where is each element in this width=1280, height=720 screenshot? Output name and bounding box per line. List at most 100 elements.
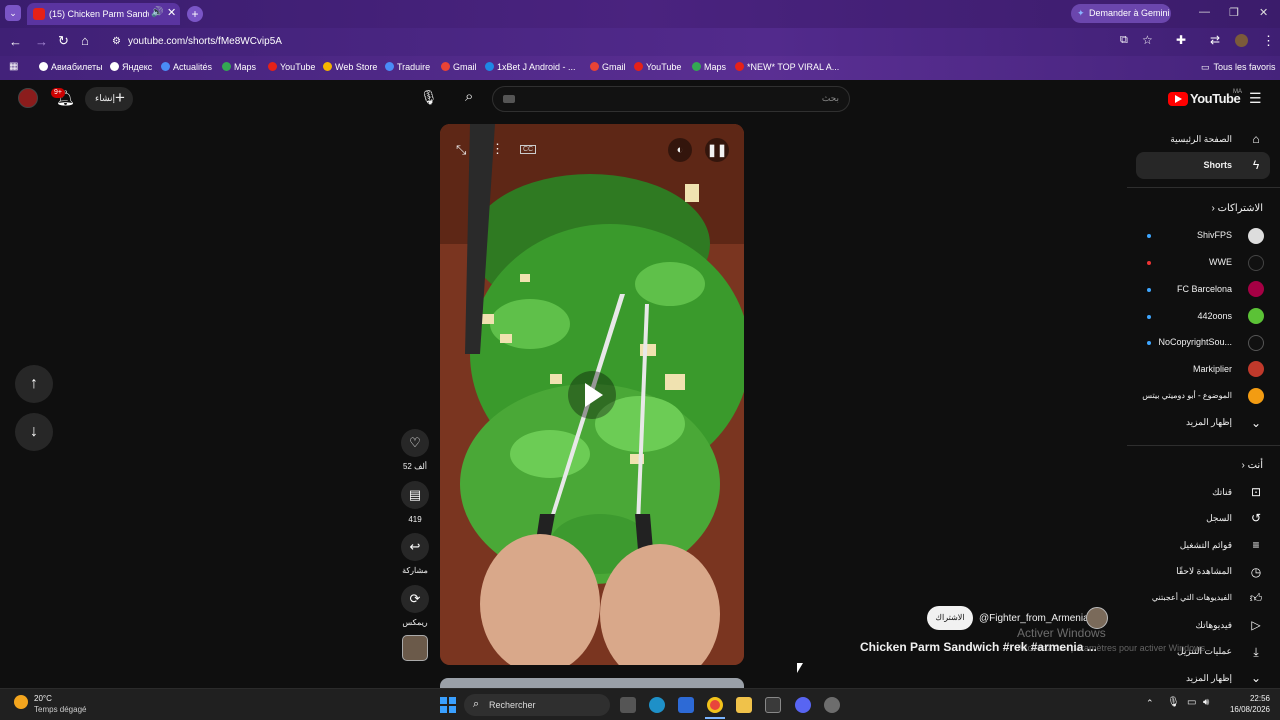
extensions-icon[interactable]: ✚ xyxy=(1176,33,1186,47)
close-window-icon[interactable]: ✕ xyxy=(1259,6,1268,19)
channel-handle[interactable]: @Fighter_from_Armenia xyxy=(979,613,1089,624)
sidebar-channel-2[interactable]: FC Barcelona xyxy=(1177,284,1232,294)
more-menu-icon[interactable]: ⋮ xyxy=(1262,33,1275,49)
file-explorer-icon[interactable] xyxy=(736,697,752,713)
voice-search-mic-icon[interactable]: 🎙︎ xyxy=(420,89,438,106)
sidebar-you-5[interactable]: فيديوهاتك xyxy=(1196,620,1232,631)
create-button[interactable]: إنشاء + xyxy=(85,87,133,111)
previous-short-button[interactable]: ↑ xyxy=(15,365,53,403)
subscribe-button[interactable]: الاشتراك xyxy=(927,606,973,630)
sidebar-channel-5[interactable]: Markiplier xyxy=(1193,364,1232,374)
apps-grid-icon[interactable]: ▦ xyxy=(9,61,18,72)
tray-chevron-up-icon[interactable]: ⌃ xyxy=(1146,698,1154,709)
sound-thumbnail[interactable] xyxy=(402,635,428,661)
sidebar-you-3[interactable]: المشاهدة لاحقًا xyxy=(1176,566,1232,577)
sidebar-you-header[interactable]: › أنت xyxy=(1241,460,1263,471)
tab-close-button[interactable]: ✕ xyxy=(167,6,176,19)
tab-search-button[interactable]: ⌄ xyxy=(5,5,21,21)
bookmark-8[interactable]: 1xBet J Android - ... xyxy=(485,62,576,72)
bookmark-9[interactable]: Gmail xyxy=(590,62,626,72)
search-button-icon[interactable]: ⌕ xyxy=(465,88,473,105)
home-icon[interactable]: ⌂ xyxy=(81,33,89,48)
comments-button[interactable]: ▤ xyxy=(401,481,429,509)
sidebar-subscriptions-header[interactable]: › الاشتراكات xyxy=(1211,203,1263,214)
sidebar-shorts[interactable]: Shorts xyxy=(1203,160,1232,170)
tab-chicken-parm[interactable]: (15) Chicken Parm Sandwich 🔊 ✕ xyxy=(27,3,180,25)
bookmark-6[interactable]: Traduire xyxy=(385,62,430,72)
play-overlay-icon[interactable] xyxy=(568,371,616,419)
pause-icon[interactable]: ❚❚ xyxy=(705,138,729,162)
maximize-icon[interactable]: ❐ xyxy=(1229,6,1239,19)
network-icon[interactable]: ▭ xyxy=(1187,697,1196,708)
bookmark-7[interactable]: Gmail xyxy=(441,62,477,72)
clock-date[interactable]: 16/08/2026 xyxy=(1220,705,1270,714)
bookmark-2[interactable]: Actualités xyxy=(161,62,212,72)
profile-avatar[interactable] xyxy=(1235,34,1248,47)
captions-icon[interactable]: CC xyxy=(520,145,537,154)
minimize-icon[interactable]: — xyxy=(1199,6,1210,18)
new-tab-button[interactable]: + xyxy=(187,6,203,22)
bookmark-5[interactable]: Web Store xyxy=(323,62,377,72)
temperature[interactable]: 20°C xyxy=(34,694,52,703)
audio-playing-icon[interactable]: 🔊 xyxy=(151,7,163,18)
install-app-icon[interactable]: ⧉ xyxy=(1120,34,1128,47)
more-options-icon[interactable]: ⋮ xyxy=(491,141,504,157)
sidebar-you-1[interactable]: السجل xyxy=(1206,513,1232,524)
sidebar-channel-3[interactable]: 442oons xyxy=(1197,311,1232,321)
bookmark-star-icon[interactable]: ☆ xyxy=(1142,33,1153,47)
weather-text[interactable]: Temps dégagé xyxy=(34,705,86,714)
bookmark-1[interactable]: Яндекс xyxy=(110,62,152,72)
sidebar-you-0[interactable]: قناتك xyxy=(1212,487,1232,498)
site-info-icon[interactable]: ⚙ xyxy=(112,32,121,52)
sidebar-you-4[interactable]: الفيديوهات التي أعجبتني xyxy=(1152,593,1232,602)
keyboard-icon[interactable] xyxy=(503,95,515,103)
new-content-dot xyxy=(1147,234,1151,238)
sidebar-channel-1[interactable]: WWE xyxy=(1209,257,1232,267)
all-bookmarks[interactable]: ▭ Tous les favoris xyxy=(1201,62,1276,73)
next-short-preview[interactable] xyxy=(440,678,744,688)
search-input[interactable]: بحث xyxy=(492,86,850,112)
translate-icon[interactable]: ⇄ xyxy=(1210,33,1220,47)
sidebar-channel-4[interactable]: NoCopyrightSou... xyxy=(1158,337,1232,347)
next-short-button[interactable]: ↓ xyxy=(15,413,53,451)
bookmark-12[interactable]: *NEW* TOP VIRAL A... xyxy=(735,62,839,72)
microsoft-store-icon[interactable] xyxy=(765,697,781,713)
bookmark-10[interactable]: YouTube xyxy=(634,62,681,72)
chrome-icon[interactable] xyxy=(707,697,723,713)
share-button[interactable]: ↩ xyxy=(401,533,429,561)
gemini-button[interactable]: ✦ Demander à Gemini xyxy=(1071,4,1171,23)
remix-button[interactable]: ⟳ xyxy=(401,585,429,613)
youtube-logo-icon[interactable] xyxy=(1168,92,1188,106)
edge-browser-icon[interactable] xyxy=(649,697,665,713)
sidebar-channel-6[interactable]: الموضوع - أبو دوميتي بيتس xyxy=(1142,391,1232,400)
bookmark-4[interactable]: YouTube xyxy=(268,62,315,72)
bookmark-0[interactable]: Авиабилеты xyxy=(39,62,103,72)
hamburger-menu-icon[interactable]: ☰ xyxy=(1249,90,1262,107)
translate-icon xyxy=(385,62,394,71)
fullscreen-icon[interactable]: ⤡ xyxy=(456,142,466,158)
outlook-icon[interactable] xyxy=(678,697,694,713)
forward-arrow-icon[interactable]: → xyxy=(35,34,48,49)
reload-icon[interactable]: ↻ xyxy=(58,33,69,49)
discord-icon[interactable] xyxy=(795,697,811,713)
app-icon[interactable] xyxy=(824,697,840,713)
bookmark-11[interactable]: Maps xyxy=(692,62,726,72)
clock-time[interactable]: 22:56 xyxy=(1220,694,1270,703)
volume-icon[interactable]: ◐ xyxy=(668,138,692,162)
windows-start-icon[interactable] xyxy=(440,697,456,713)
sidebar-you-2[interactable]: قوائم التشغيل xyxy=(1180,540,1232,551)
sidebar-show-more-subs[interactable]: إظهار المزيد xyxy=(1186,417,1232,428)
back-arrow-icon[interactable]: ← xyxy=(9,34,22,49)
sidebar-show-more-you[interactable]: إظهار المزيد xyxy=(1186,673,1232,684)
short-video-player[interactable]: ⤡ ⋮ CC ◐ ❚❚ xyxy=(440,124,744,665)
volume-speaker-icon[interactable]: 🔊︎ xyxy=(1203,697,1209,708)
microphone-icon[interactable]: 🎙︎ xyxy=(1167,697,1180,708)
sidebar-home[interactable]: الصفحة الرئيسية xyxy=(1170,134,1232,145)
taskbar-search[interactable]: ⌕ Rechercher xyxy=(464,694,610,716)
sidebar-channel-0[interactable]: ShivFPS xyxy=(1197,230,1232,240)
address-bar[interactable]: ⚙ youtube.com/shorts/fMe8WCvip5A xyxy=(108,32,1128,52)
bookmark-3[interactable]: Maps xyxy=(222,62,256,72)
task-view-icon[interactable] xyxy=(620,697,636,713)
like-button[interactable]: ♡ xyxy=(401,429,429,457)
account-avatar[interactable] xyxy=(18,88,38,108)
